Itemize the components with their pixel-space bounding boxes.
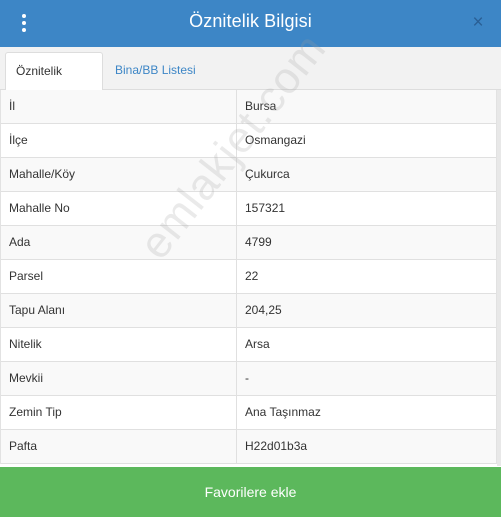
table-row: Ada 4799 (1, 226, 496, 260)
row-value: 4799 (245, 235, 272, 249)
table-row: Mahalle/Köy Çukurca (1, 158, 496, 192)
table-row: İlçe Osmangazi (1, 124, 496, 158)
row-value: - (245, 371, 249, 385)
row-value: Çukurca (245, 167, 290, 181)
table-row: İl Bursa (1, 90, 496, 124)
row-value: Osmangazi (245, 133, 306, 147)
table-row: Nitelik Arsa (1, 328, 496, 362)
row-value: 157321 (245, 201, 286, 215)
row-label: Pafta (1, 430, 237, 463)
table-row: Zemin Tip Ana Taşınmaz (1, 396, 496, 430)
row-value: 204,25 (245, 303, 282, 317)
table-row: Pafta H22d01b3a (1, 430, 496, 464)
row-label: Mevkii (1, 362, 237, 395)
tab-oznitelik-bilgisi[interactable]: Öznitelik Bilgisi (5, 52, 103, 114)
row-label: Tapu Alanı (1, 294, 237, 327)
row-value: Bursa (245, 99, 277, 113)
row-value: Ana Taşınmaz (245, 405, 321, 419)
tab-bina-bb-listesi[interactable]: Bina/BB Listesi (105, 52, 206, 90)
add-to-favorites-button[interactable]: Favorilere ekle (0, 467, 501, 517)
tab-bar: Öznitelik Bilgisi Bina/BB Listesi (0, 47, 501, 114)
table-row: Tapu Alanı 204,25 (1, 294, 496, 328)
row-label: Nitelik (1, 328, 237, 361)
row-label: Parsel (1, 260, 237, 293)
attribute-table: İl Bursa İlçe Osmangazi Mahalle/Köy Çuku… (0, 90, 497, 464)
dialog-title: Öznitelik Bilgisi (189, 11, 312, 31)
row-label: İlçe (1, 124, 237, 157)
row-label: İl (1, 90, 237, 123)
row-label: Mahalle/Köy (1, 158, 237, 191)
row-label: Ada (1, 226, 237, 259)
row-value: H22d01b3a (245, 439, 308, 453)
row-label: Mahalle No (1, 192, 237, 225)
row-value: Arsa (245, 337, 270, 351)
row-value: 22 (245, 269, 259, 283)
close-icon[interactable]: × (469, 13, 487, 33)
table-row: Parsel 22 (1, 260, 496, 294)
scrollbar[interactable] (497, 90, 501, 466)
table-row: Mevkii - (1, 362, 496, 396)
row-label: Zemin Tip (1, 396, 237, 429)
dialog-header: Öznitelik Bilgisi × (0, 0, 501, 47)
table-row: Mahalle No 157321 (1, 192, 496, 226)
